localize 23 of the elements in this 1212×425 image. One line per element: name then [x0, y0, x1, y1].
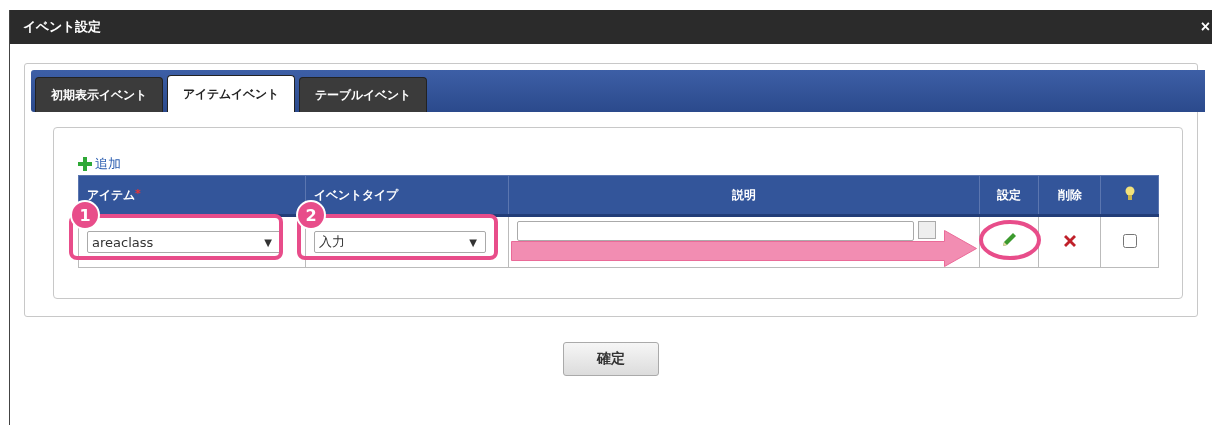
tab[interactable]: アイテムイベント [167, 75, 295, 112]
close-button[interactable]: × [1198, 18, 1212, 36]
add-link[interactable]: 追加 [78, 154, 121, 174]
confirm-button[interactable]: 確定 [563, 342, 659, 376]
pencil-icon[interactable] [1000, 231, 1018, 249]
highlight-ellipse [978, 219, 1042, 261]
required-mark: * [135, 186, 141, 200]
column-header: 削除 [1038, 175, 1101, 216]
item-select[interactable]: areaclass ▼ [87, 231, 281, 253]
column-header: 設定 [979, 175, 1039, 216]
event-type-select[interactable]: 入力 ▼ [314, 231, 486, 253]
window-title: イベント設定 [23, 18, 101, 36]
column-header: 説明 [508, 175, 980, 216]
row-checkbox[interactable] [1122, 233, 1137, 248]
description-field[interactable] [517, 221, 914, 241]
arrow-icon [511, 230, 977, 267]
tab[interactable]: 初期表示イベント [35, 77, 163, 112]
lightbulb-icon [1124, 185, 1135, 202]
expand-button[interactable] [918, 221, 936, 239]
step-badge: 1 [70, 200, 100, 230]
tab[interactable]: テーブルイベント [299, 77, 427, 112]
delete-icon[interactable] [1062, 233, 1077, 248]
plus-icon [78, 157, 92, 171]
